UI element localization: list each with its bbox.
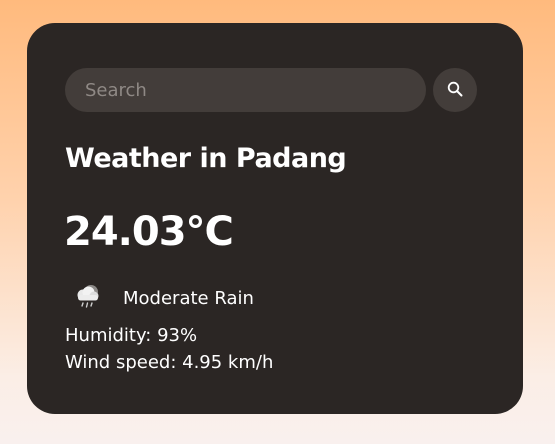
temperature: 24.03°C: [64, 209, 234, 255]
search-icon: [447, 81, 463, 100]
weather-card: Weather in Padang 24.03°C Moderate Rain …: [27, 23, 523, 414]
condition-row: Moderate Rain: [73, 283, 254, 313]
search-button[interactable]: [433, 68, 477, 112]
rain-cloud-icon: [73, 281, 103, 315]
humidity: Humidity: 93%: [65, 325, 198, 346]
search-input[interactable]: [65, 68, 426, 112]
search-bar: [65, 68, 480, 112]
condition-description: Moderate Rain: [123, 287, 254, 309]
city-title: Weather in Padang: [65, 143, 347, 174]
wind-speed: Wind speed: 4.95 km/h: [65, 352, 274, 373]
